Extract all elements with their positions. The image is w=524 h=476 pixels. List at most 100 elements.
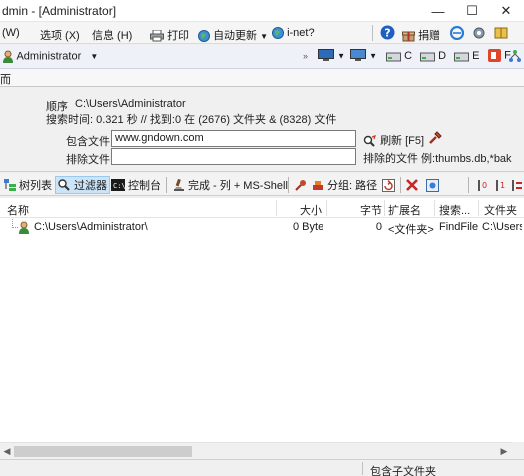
- delete-icon[interactable]: [406, 177, 418, 193]
- filter-button[interactable]: 过滤器: [55, 176, 110, 194]
- menu-info[interactable]: 信息 (H): [92, 27, 132, 43]
- horizontal-scrollbar[interactable]: ◀ ▶: [0, 442, 512, 459]
- menu-window[interactable]: (W): [2, 27, 20, 39]
- network-icon[interactable]: [508, 49, 522, 63]
- search-info-panel: 顺序 C:\Users\Administrator 搜索时间: 0.321 秒 …: [0, 88, 524, 172]
- scroll-right-arrow-icon[interactable]: ▶: [498, 445, 510, 458]
- column-header-extension[interactable]: 扩展名: [388, 202, 421, 218]
- globe-icon: [272, 27, 284, 40]
- console-button[interactable]: C:\ 控制台: [111, 177, 161, 193]
- cell-search: FindFile: [439, 221, 479, 233]
- cell-size: 0 Byte: [293, 221, 323, 233]
- svg-text:?: ?: [384, 27, 390, 40]
- monitor-selector[interactable]: ▼: [318, 49, 345, 62]
- refresh-button[interactable]: 刷新 [F5]: [363, 132, 424, 148]
- chevron-down-icon: ▼: [260, 32, 269, 41]
- include-files-label: 包含文件: [66, 136, 110, 148]
- print-label: 打印: [167, 30, 190, 42]
- pin-icon[interactable]: [294, 177, 307, 193]
- status-bar: 包含子文件夹: [0, 459, 524, 476]
- console-label: 控制台: [128, 180, 161, 192]
- column-header-name[interactable]: 名称: [7, 202, 29, 218]
- title-bar: dmin - [Administrator] — ☐ ✕: [0, 0, 524, 22]
- drive-e-label: E: [472, 50, 480, 62]
- column-header-size[interactable]: 大小: [300, 202, 322, 218]
- maximize-button[interactable]: ☐: [456, 0, 488, 22]
- exclude-files-input[interactable]: [111, 148, 356, 165]
- cell-extension: <文件夹>: [388, 224, 434, 236]
- window-title: dmin - [Administrator]: [2, 4, 117, 18]
- inet-button[interactable]: i-net?: [272, 27, 315, 40]
- main-toolbar: 树列表 过滤器 C:\ 控制台 完成 - 列 + MS-Shell 分组: 路径…: [0, 174, 524, 196]
- status-divider: [362, 462, 363, 475]
- ie-icon[interactable]: [450, 26, 464, 40]
- filter-label: 过滤器: [74, 180, 107, 192]
- cell-folder: C:\Users: [482, 221, 522, 233]
- sort-desc-icon[interactable]: 1: [494, 177, 508, 193]
- list-header: 名称 大小 字节 扩展名 搜索... 文件夹: [0, 198, 524, 218]
- auto-update-button[interactable]: 自动更新 ▼: [198, 27, 268, 43]
- donate-button[interactable]: 捐赠: [402, 27, 440, 43]
- group-path-button[interactable]: 分组: 路径: [312, 177, 377, 193]
- include-files-input[interactable]: www.gndown.com: [111, 130, 356, 147]
- drive-c-label: C: [404, 50, 413, 62]
- scroll-left-arrow-icon[interactable]: ◀: [1, 445, 13, 458]
- toolbar-separator: [166, 177, 167, 193]
- exclude-files-hint: 排除的文件 例:thumbs.db,*bak: [363, 153, 512, 165]
- double-chevron-icon[interactable]: »: [303, 51, 308, 61]
- menu-options[interactable]: 选项 (X): [40, 27, 80, 43]
- display-selector[interactable]: ▼: [350, 49, 377, 62]
- refresh-tree-icon[interactable]: [382, 177, 395, 193]
- result-list[interactable]: 名称 大小 字节 扩展名 搜索... 文件夹 C:\Users\Administ…: [0, 198, 524, 442]
- clear-icon[interactable]: [428, 131, 442, 145]
- inet-label: i-net?: [287, 27, 315, 39]
- menu-bar: (W) 选项 (X) 信息 (H) 打印 自动更新 ▼ i-net? ? 捐赠: [0, 22, 524, 44]
- table-row[interactable]: C:\Users\Administrator\ 0 Byte 0 <文件夹> F…: [0, 219, 524, 237]
- toolbar-separator: [468, 177, 469, 193]
- search-summary: 搜索时间: 0.321 秒 // 找到:0 在 (2676) 文件夹 & (83…: [46, 114, 337, 126]
- book-icon[interactable]: [494, 26, 508, 40]
- tree-icon: [4, 179, 16, 191]
- drive-icon: [454, 52, 469, 62]
- column-header-bytes[interactable]: 字节: [360, 202, 382, 218]
- print-button[interactable]: 打印: [150, 27, 189, 43]
- monitor-icon: [350, 49, 366, 61]
- chevron-down-icon: ▼: [90, 52, 99, 62]
- drive-d[interactable]: D: [420, 50, 446, 62]
- column-header-folder[interactable]: 文件夹: [484, 202, 517, 218]
- drive-c[interactable]: C: [386, 50, 412, 62]
- properties-icon[interactable]: [426, 177, 439, 193]
- drive-bar: Administrator ▼ » ▼ ▼ C D E F: [0, 45, 524, 69]
- tree-list-label: 树列表: [19, 180, 52, 192]
- tab-left[interactable]: 而: [0, 71, 11, 87]
- user-selector[interactable]: Administrator ▼: [2, 50, 98, 63]
- printer-icon: [150, 30, 164, 42]
- svg-text:1: 1: [500, 181, 505, 190]
- user-label: Administrator: [16, 50, 82, 63]
- exclude-files-label: 排除文件: [66, 154, 110, 166]
- column-divider: [434, 200, 435, 216]
- sort-asc-icon[interactable]: 0: [476, 177, 490, 193]
- tree-list-button[interactable]: 树列表: [4, 177, 52, 193]
- donate-label: 捐赠: [418, 30, 441, 42]
- tab-strip: 而: [0, 69, 524, 87]
- office-icon: [488, 49, 501, 62]
- svg-text:C:\: C:\: [113, 182, 125, 190]
- column-header-search[interactable]: 搜索...: [439, 202, 470, 218]
- cell-bytes: 0: [375, 221, 382, 233]
- minimize-button[interactable]: —: [422, 0, 454, 22]
- microscope-icon: [174, 178, 184, 191]
- auto-update-label: 自动更新: [213, 30, 258, 42]
- chevron-down-icon: ▼: [337, 51, 345, 61]
- drive-e[interactable]: E: [454, 50, 479, 62]
- settings-icon[interactable]: [472, 26, 486, 40]
- sort-type-icon[interactable]: [511, 177, 523, 193]
- scroll-thumb[interactable]: [14, 446, 192, 457]
- help-button[interactable]: ?: [380, 25, 395, 40]
- close-button[interactable]: ✕: [490, 0, 522, 22]
- complete-mode-button[interactable]: 完成 - 列 + MS-Shell: [172, 177, 288, 193]
- gift-icon: [402, 31, 415, 42]
- globe-icon: [198, 30, 210, 43]
- help-icon: ?: [380, 25, 395, 40]
- toolbar-separator: [400, 177, 401, 193]
